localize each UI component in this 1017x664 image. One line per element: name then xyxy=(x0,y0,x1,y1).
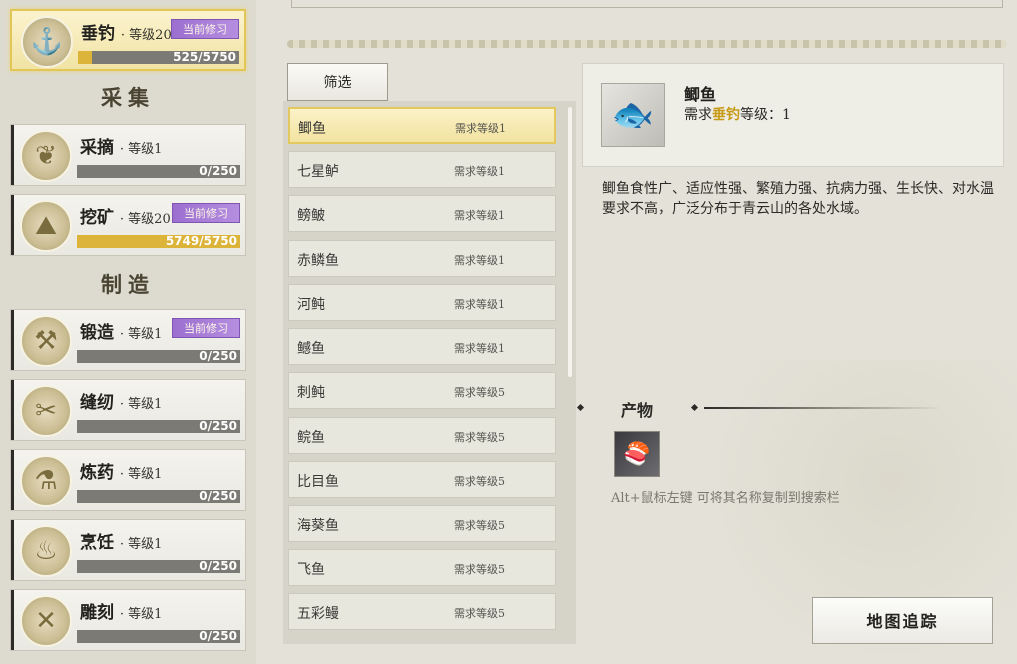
current-badge: 当前修习 xyxy=(172,318,240,338)
list-item[interactable]: 赤鳞鱼 需求等级1 xyxy=(288,240,556,277)
skill-card-alchemy[interactable]: ⚗ 炼药 · 等级1 0/250 xyxy=(10,449,246,511)
skill-name: 垂钓 · 等级20 xyxy=(81,24,172,44)
gourd-icon: ⚗ xyxy=(20,455,72,507)
thread-icon: ✂ xyxy=(20,385,72,437)
skill-name: 炼药 · 等级1 xyxy=(80,463,163,483)
map-track-button[interactable]: 地图追踪 xyxy=(812,597,993,644)
skill-card-forging[interactable]: ⚒ 锻造 · 等级1 当前修习 0/250 xyxy=(10,309,246,371)
filter-button[interactable]: 筛选 xyxy=(287,63,388,101)
skill-card-cooking[interactable]: ♨ 烹饪 · 等级1 0/250 xyxy=(10,519,246,581)
fish-list[interactable]: 鲫鱼 需求等级1 七星鲈 需求等级1 鳑鲏 需求等级1 赤鳞鱼 需求等级1 河鲀 需求等级… xyxy=(283,101,576,644)
herb-icon: ❦ xyxy=(20,130,72,182)
exp-bar: 5749/5750 xyxy=(77,234,240,248)
skill-card-sewing[interactable]: ✂ 缝纫 · 等级1 0/250 xyxy=(10,379,246,441)
exp-bar: 0/250 xyxy=(77,349,240,363)
exp-bar: 0/250 xyxy=(77,489,240,503)
product-divider xyxy=(704,407,942,409)
fish-image-icon: 🐟 xyxy=(601,83,665,147)
list-scrollbar[interactable] xyxy=(568,107,572,377)
list-item[interactable]: 刺鲀 需求等级5 xyxy=(288,372,556,409)
current-badge: 当前修习 xyxy=(172,203,240,223)
skill-name: 烹饪 · 等级1 xyxy=(80,533,163,553)
list-item[interactable]: 鳑鲏 需求等级1 xyxy=(288,195,556,232)
list-item[interactable]: 五彩鳗 需求等级5 xyxy=(288,593,556,630)
carving-icon: ✕ xyxy=(20,595,72,647)
skill-name: 锻造 · 等级1 xyxy=(80,323,163,343)
top-frame xyxy=(291,0,1003,8)
copy-hint: Alt+鼠标左键 可将其名称复制到搜索栏 xyxy=(611,491,840,506)
exp-bar: 525/5750 xyxy=(78,50,239,64)
diamond-icon xyxy=(690,403,699,412)
diamond-icon xyxy=(576,403,585,412)
section-title-gather: 采集 xyxy=(101,85,155,110)
list-item[interactable]: 比目鱼 需求等级5 xyxy=(288,461,556,498)
fishing-icon: ⚓ xyxy=(21,16,73,68)
list-item[interactable]: 海葵鱼 需求等级5 xyxy=(288,505,556,542)
list-item[interactable]: 飞鱼 需求等级5 xyxy=(288,549,556,586)
product-item-icon[interactable]: 🍣 xyxy=(614,431,660,477)
skill-card-mining[interactable]: ⛰ 挖矿 · 等级20 当前修习 5749/5750 xyxy=(10,194,246,256)
list-item[interactable]: 鲫鱼 需求等级1 xyxy=(288,107,556,144)
skill-name: 雕刻 · 等级1 xyxy=(80,603,163,623)
fish-description: 鲫鱼食性广、适应性强、繁殖力强、抗病力强、生长快、对水温要求不高，广泛分布于青云… xyxy=(602,181,994,217)
exp-bar: 0/250 xyxy=(77,559,240,573)
fish-detail-header: 🐟 鲫鱼 需求垂钓等级：1 xyxy=(582,63,1004,167)
current-badge: 当前修习 xyxy=(171,19,239,39)
anvil-icon: ⚒ xyxy=(20,315,72,367)
exp-bar: 0/250 xyxy=(77,419,240,433)
list-item[interactable]: 七星鲈 需求等级1 xyxy=(288,151,556,188)
exp-bar: 0/250 xyxy=(77,164,240,178)
fish-requirement: 需求垂钓等级：1 xyxy=(684,107,791,123)
fish-name: 鲫鱼 xyxy=(684,85,717,104)
skill-card-carving[interactable]: ✕ 雕刻 · 等级1 0/250 xyxy=(10,589,246,651)
cooking-icon: ♨ xyxy=(20,525,72,577)
skill-name: 缝纫 · 等级1 xyxy=(80,393,163,413)
skill-card-fishing[interactable]: ⚓ 垂钓 · 等级20 当前修习 525/5750 xyxy=(10,9,246,71)
rope-divider xyxy=(287,40,1007,48)
skill-card-picking[interactable]: ❦ 采摘 · 等级1 0/250 xyxy=(10,124,246,186)
list-item[interactable]: 河鲀 需求等级1 xyxy=(288,284,556,321)
skill-name: 挖矿 · 等级20 xyxy=(80,208,171,228)
list-item[interactable]: 鲩鱼 需求等级5 xyxy=(288,417,556,454)
skill-name: 采摘 · 等级1 xyxy=(80,138,163,158)
exp-bar: 0/250 xyxy=(77,629,240,643)
list-item[interactable]: 鳡鱼 需求等级1 xyxy=(288,328,556,365)
product-title: 产物 xyxy=(621,401,654,420)
ore-icon: ⛰ xyxy=(20,200,72,252)
section-title-craft: 制造 xyxy=(101,272,155,297)
